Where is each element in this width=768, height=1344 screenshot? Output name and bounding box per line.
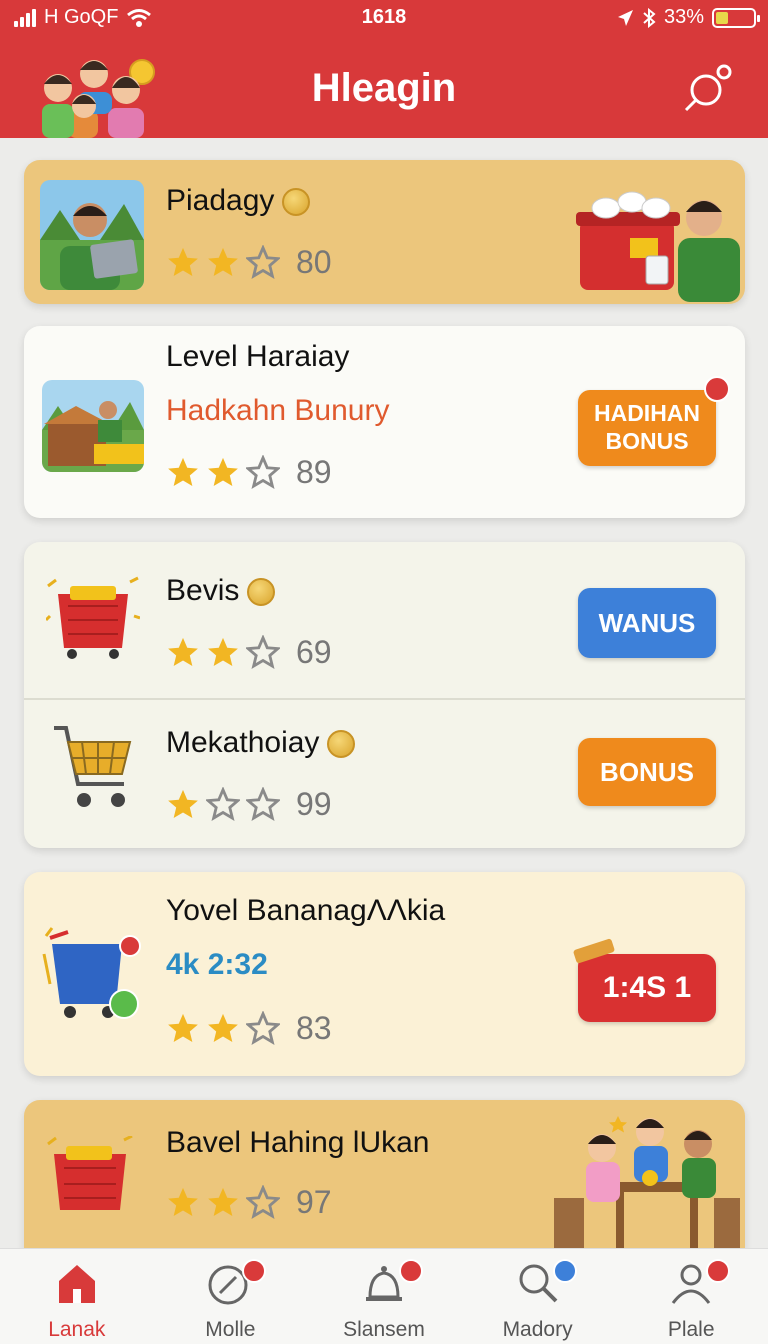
card-title: Bevis	[166, 574, 240, 607]
star-empty-icon	[246, 787, 280, 821]
home-icon	[58, 1265, 95, 1303]
button-label: HADIHAN	[593, 400, 701, 427]
card-title: Bavel Hahing lUkan	[166, 1126, 430, 1159]
card-title: Level Haraiay	[166, 340, 350, 373]
star-empty-icon	[246, 635, 280, 669]
battery-icon	[712, 7, 760, 28]
button-label: WANUS	[598, 607, 696, 638]
coin-icon	[282, 188, 311, 217]
card-subtitle: Hadkahn Bunury	[166, 394, 390, 427]
blue-bin-icon	[42, 927, 141, 1019]
rating-value: 97	[296, 1183, 332, 1220]
rating-value: 83	[296, 1009, 332, 1046]
page-title: Hleagin	[311, 66, 457, 110]
bottom-nav: Lanak Molle Slansem Madory Plale	[0, 1248, 768, 1344]
notification-badge	[704, 376, 730, 402]
status-bar: H GoQF 1618 33%	[0, 0, 768, 38]
button-label: BONUS	[605, 428, 689, 454]
star-filled-icon	[168, 1187, 198, 1217]
star-filled-icon	[168, 789, 198, 819]
rating: 97	[166, 1184, 332, 1220]
rating: 83	[166, 1010, 332, 1046]
nav-label: Lanak	[48, 1318, 106, 1341]
notification-badge	[241, 1259, 266, 1283]
rice-cooler-man-image	[576, 191, 740, 302]
nav-item-plale[interactable]: Plale	[614, 1249, 768, 1344]
bonus-button[interactable]: BONUS	[578, 738, 716, 806]
star-filled-icon	[168, 1013, 198, 1043]
star-filled-icon	[168, 637, 198, 667]
location-icon	[617, 9, 633, 26]
rating-value: 69	[296, 633, 332, 670]
app-header: H GoQF 1618 33% Hleagin	[0, 0, 768, 138]
card-title: Yovel BananagΛΛkia	[166, 894, 446, 927]
rating: 80	[166, 244, 332, 280]
star-filled-icon	[208, 1013, 238, 1043]
star-empty-icon	[246, 455, 280, 489]
nav-label: Molle	[205, 1318, 256, 1341]
notification-badge	[399, 1259, 424, 1283]
search-button[interactable]	[682, 64, 738, 112]
card-title: Mekathoiay	[166, 726, 320, 759]
nav-item-lanak[interactable]: Lanak	[0, 1249, 154, 1344]
star-empty-icon	[246, 1011, 280, 1045]
rating: 69	[166, 634, 332, 670]
star-filled-icon	[208, 457, 238, 487]
card-subtitle: 4k 2:32	[166, 948, 268, 981]
coin-icon	[247, 578, 276, 607]
star-empty-icon	[246, 1185, 280, 1219]
list-group: Bevis 69 WANUS Mekathoiay 99 BONUS	[24, 542, 745, 848]
rating-value: 80	[296, 243, 332, 280]
nav-item-madory[interactable]: Madory	[461, 1249, 615, 1344]
rating-value: 99	[296, 785, 332, 822]
red-basket-icon	[46, 576, 140, 659]
star-empty-icon	[246, 245, 280, 279]
list-item[interactable]: Yovel BananagΛΛkia 4k 2:32 83 1:4S 1	[24, 872, 745, 1076]
list-item[interactable]: Piadagy 80	[24, 160, 745, 304]
bluetooth-icon	[643, 7, 656, 28]
rating-value: 89	[296, 453, 332, 490]
card-title: Piadagy	[166, 184, 275, 217]
hadihan-bonus-button[interactable]: HADIHAN BONUS	[578, 390, 716, 466]
star-filled-icon	[208, 637, 238, 667]
button-label: 1:4S 1	[602, 971, 692, 1004]
button-label: BONUS	[600, 756, 694, 787]
nav-label: Madory	[502, 1318, 573, 1341]
notification-badge	[706, 1259, 731, 1283]
star-filled-icon	[208, 1187, 238, 1217]
list-item[interactable]: Bavel Hahing lUkan 97	[24, 1100, 745, 1270]
nav-item-molle[interactable]: Molle	[154, 1249, 308, 1344]
family-table-image	[554, 1116, 740, 1256]
market-stall-image	[42, 380, 144, 472]
shopping-cart-icon	[54, 726, 132, 807]
nav-item-slansem[interactable]: Slansem	[307, 1249, 461, 1344]
money-bag-icon	[327, 730, 356, 759]
star-filled-icon	[208, 247, 238, 277]
rating: 89	[166, 454, 332, 490]
star-filled-icon	[168, 247, 198, 277]
wanus-button[interactable]: WANUS	[578, 588, 716, 658]
notification-badge	[552, 1259, 577, 1283]
list-item[interactable]: Level Haraiay Hadkahn Bunury 89 HADIHAN …	[24, 326, 745, 518]
timer-button[interactable]: 1:4S 1	[578, 954, 716, 1022]
red-basket-icon	[47, 1136, 133, 1210]
star-empty-icon	[206, 787, 240, 821]
farmer-laptop-image	[40, 180, 144, 290]
row-divider	[24, 698, 745, 700]
nav-label: Plale	[667, 1318, 715, 1341]
star-filled-icon	[168, 457, 198, 487]
battery-percent: 33%	[663, 6, 704, 28]
rating: 99	[166, 786, 332, 822]
nav-label: Slansem	[343, 1318, 425, 1341]
